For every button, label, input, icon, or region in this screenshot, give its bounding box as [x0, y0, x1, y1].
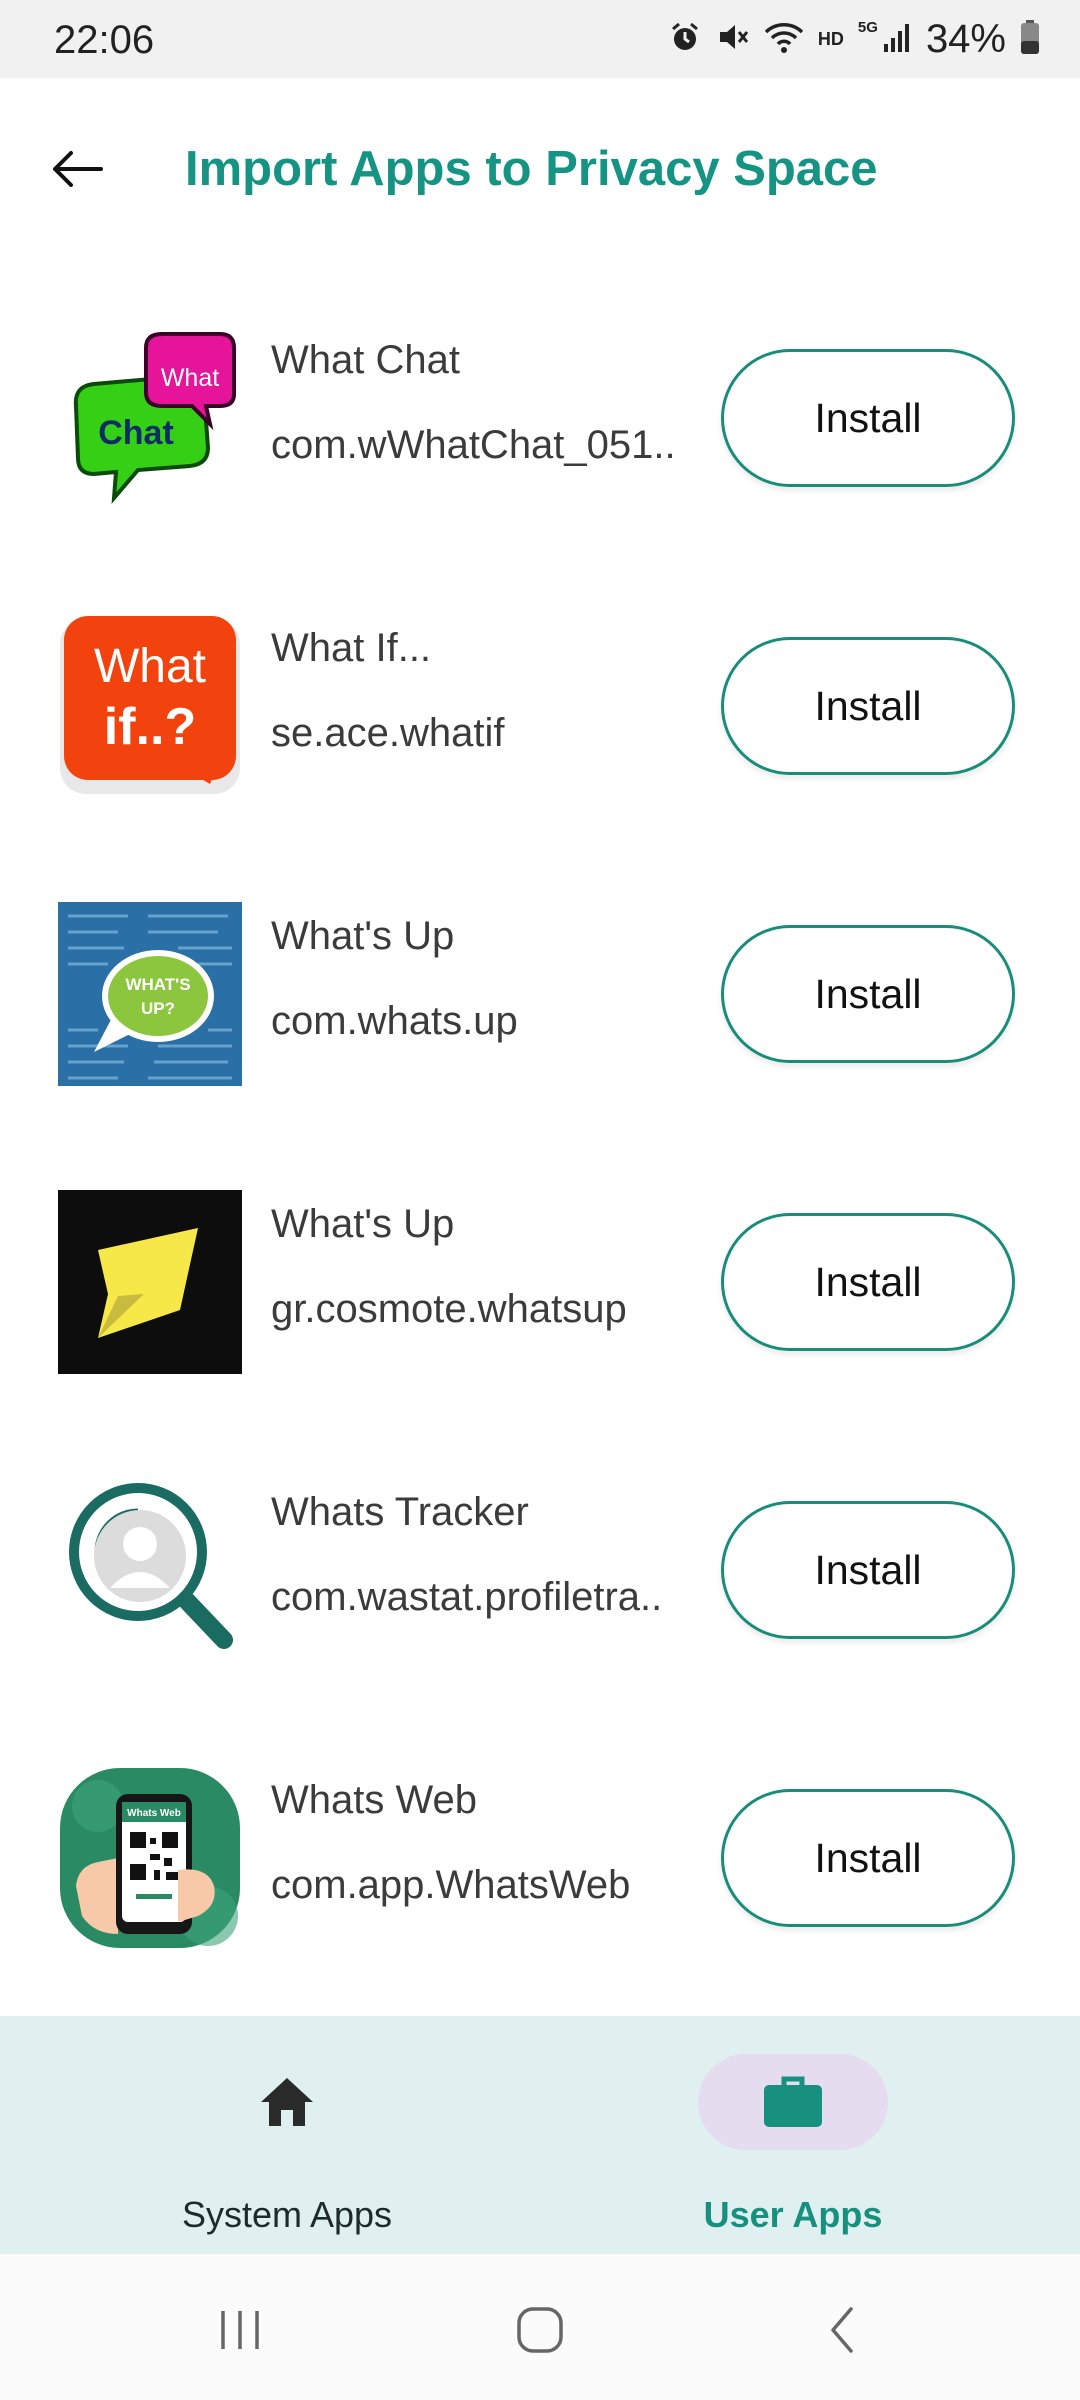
app-package: com.wWhatChat_051..: [271, 423, 676, 467]
app-name: What If...: [271, 626, 432, 670]
whats-up-speech-app-icon: WHAT'S UP?: [58, 902, 242, 1086]
app-name: What's Up: [271, 914, 455, 958]
whats-up-bolt-app-icon: [58, 1190, 242, 1374]
app-name: What's Up: [271, 1202, 455, 1246]
icon-text: Whats Web: [127, 1808, 181, 1819]
list-item: What's Up gr.cosmote.whatsup Install: [0, 1132, 1080, 1420]
whats-web-app-icon: Whats Web: [58, 1766, 242, 1950]
app-package: com.whats.up: [271, 999, 518, 1043]
back-button[interactable]: [44, 136, 110, 202]
alarm-icon: [668, 20, 702, 59]
icon-text: What: [161, 364, 219, 392]
system-back-button[interactable]: [804, 2290, 884, 2370]
icon-text: What: [94, 640, 206, 693]
install-button[interactable]: Install: [721, 637, 1015, 775]
tab-user-apps-pill: [698, 2054, 888, 2150]
tab-system-apps-pill: [192, 2054, 382, 2150]
tab-user-apps[interactable]: User Apps: [523, 2016, 1063, 2254]
install-button[interactable]: Install: [721, 1213, 1015, 1351]
icon-text: Chat: [98, 414, 174, 452]
app-name: Whats Tracker: [271, 1490, 529, 1534]
list-item: Whats Tracker com.wastat.profiletra.. In…: [0, 1420, 1080, 1708]
tab-system-apps-label: System Apps: [181, 2194, 393, 2235]
icon-text: WHAT'S: [125, 975, 190, 994]
status-bar: 22:06 HD 5G 34%: [0, 0, 1080, 78]
home-circle-icon: [517, 2307, 563, 2353]
app-package: com.wastat.profiletra..: [271, 1575, 663, 1619]
app-package: gr.cosmote.whatsup: [271, 1287, 627, 1331]
install-button[interactable]: Install: [721, 1789, 1015, 1927]
signal-icon: [882, 20, 912, 59]
app-header: Import Apps to Privacy Space: [0, 78, 1080, 268]
status-icons: HD 5G 34%: [668, 14, 1040, 64]
5g-indicator: 5G: [857, 18, 878, 36]
hd-indicator: HD: [817, 28, 844, 49]
back-arrow-icon: [53, 151, 103, 187]
what-chat-app-icon: What Chat: [58, 326, 242, 510]
install-button[interactable]: Install: [721, 1501, 1015, 1639]
recents-button[interactable]: [200, 2290, 280, 2370]
install-button[interactable]: Install: [721, 349, 1015, 487]
list-item: WHAT'S UP? What's Up com.whats.up Instal…: [0, 844, 1080, 1132]
app-package: se.ace.whatif: [271, 711, 505, 755]
app-package: com.app.WhatsWeb: [271, 1863, 631, 1907]
what-if-app-icon: What if..?: [58, 614, 242, 798]
home-button[interactable]: [500, 2290, 580, 2370]
icon-text: UP?: [141, 999, 175, 1018]
app-name: Whats Web: [271, 1778, 477, 1822]
mute-icon: [716, 20, 750, 59]
app-name: What Chat: [271, 338, 460, 382]
list-item: Whats Web Whats Web com.app.WhatsWeb Ins…: [0, 1708, 1080, 1996]
battery-icon: [1020, 19, 1040, 60]
recents-icon: [221, 2311, 259, 2349]
bottom-navigation: System Apps User Apps: [0, 2016, 1080, 2254]
status-time: 22:06: [54, 18, 155, 62]
tab-user-apps-label: User Apps: [703, 2194, 883, 2235]
back-chevron-icon: [831, 2307, 853, 2353]
home-icon: [261, 2078, 313, 2126]
briefcase-icon: [764, 2076, 822, 2127]
install-button[interactable]: Install: [721, 925, 1015, 1063]
battery-percent: 34%: [925, 16, 1006, 61]
icon-text: if..?: [104, 698, 196, 756]
system-navigation-bar: [0, 2254, 1080, 2400]
list-item: What Chat What Chat com.wWhatChat_051.. …: [0, 268, 1080, 556]
whats-tracker-app-icon: [58, 1478, 242, 1662]
list-item: What if..? What If... se.ace.whatif Inst…: [0, 556, 1080, 844]
page-title: Import Apps to Privacy Space: [185, 142, 878, 196]
wifi-icon: [764, 20, 804, 59]
tab-system-apps[interactable]: System Apps: [17, 2016, 557, 2254]
